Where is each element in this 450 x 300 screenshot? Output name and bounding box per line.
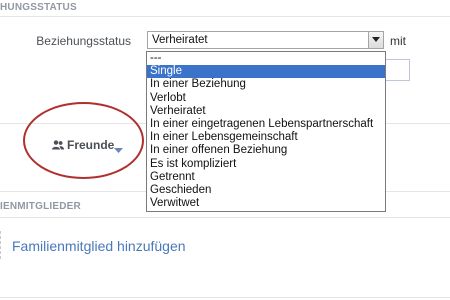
relationship-status-dropdown[interactable]: --- Single In einer Beziehung Verlobt Ve… bbox=[146, 51, 386, 212]
relationship-status-select[interactable]: Verheiratet bbox=[147, 31, 384, 49]
dropdown-option[interactable]: Verlobt bbox=[147, 92, 385, 105]
dropdown-option[interactable]: --- bbox=[147, 52, 385, 65]
dropdown-option[interactable]: In einer offenen Beziehung bbox=[147, 144, 385, 157]
selected-value: Verheiratet bbox=[152, 34, 208, 46]
add-family-member-link[interactable]: Familienmitglied hinzufügen bbox=[12, 238, 186, 254]
privacy-label: Freunde bbox=[67, 138, 115, 152]
section-title: HUNGSSTATUS bbox=[0, 2, 77, 13]
dropdown-option[interactable]: Geschieden bbox=[147, 184, 385, 197]
dropdown-option[interactable]: Verheiratet bbox=[147, 105, 385, 118]
dropdown-option[interactable]: In einer Lebensgemeinschaft bbox=[147, 131, 385, 144]
friends-icon bbox=[52, 139, 64, 153]
caret-down-icon bbox=[114, 142, 123, 156]
divider bbox=[0, 217, 450, 218]
relationship-status-label: Beziehungsstatus bbox=[36, 34, 131, 48]
dropdown-option[interactable]: Es ist kompliziert bbox=[147, 158, 385, 171]
chevron-down-icon[interactable] bbox=[368, 32, 383, 48]
section-title: IENMITGLIEDER bbox=[0, 201, 81, 212]
divider bbox=[0, 16, 450, 17]
dropdown-option[interactable]: In einer eingetragenen Lebenspartnerscha… bbox=[147, 118, 385, 131]
with-label: mit bbox=[390, 34, 406, 48]
dropdown-option[interactable]: Verwitwet bbox=[147, 197, 385, 210]
dropdown-option[interactable]: In einer Beziehung bbox=[147, 78, 385, 91]
divider bbox=[0, 297, 450, 298]
dropdown-option[interactable]: Getrennt bbox=[147, 171, 385, 184]
partner-input[interactable] bbox=[386, 59, 410, 81]
dropdown-option[interactable]: Single bbox=[147, 65, 385, 79]
dashed-border bbox=[0, 231, 2, 259]
